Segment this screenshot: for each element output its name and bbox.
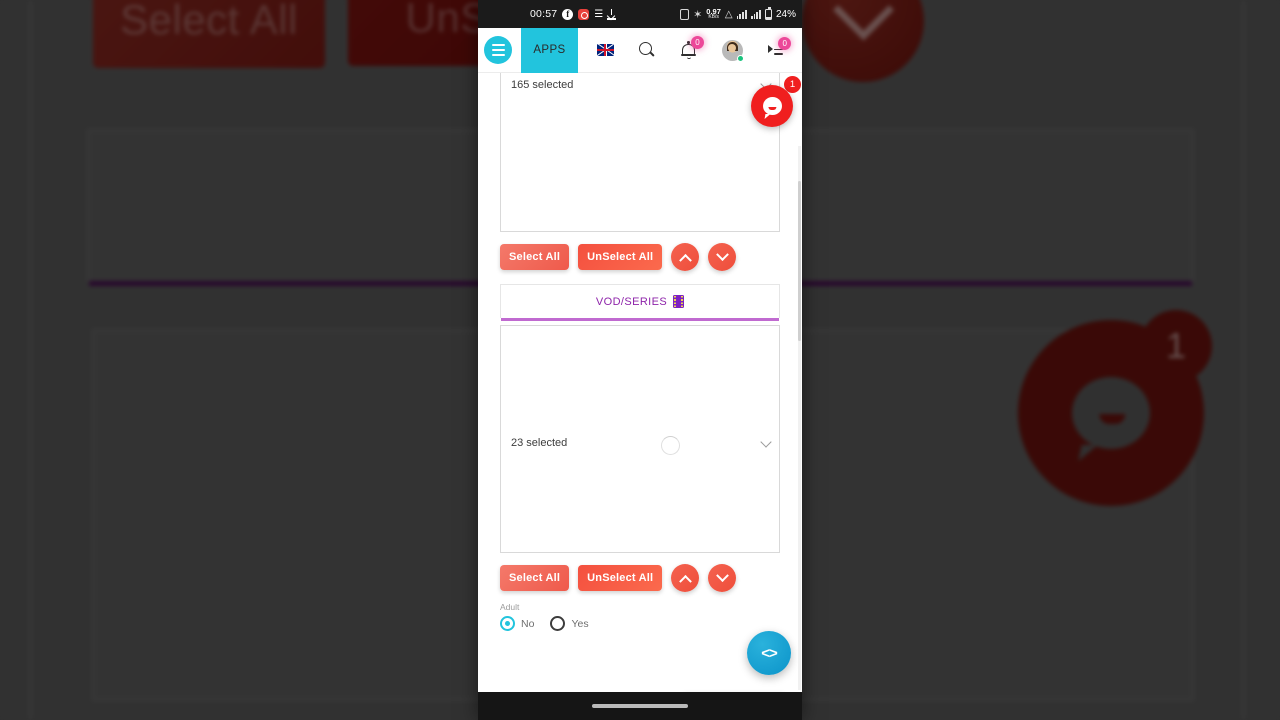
move-down-button-channels[interactable]: [708, 243, 737, 271]
chat-support-button[interactable]: [751, 85, 793, 127]
vod-multiselect[interactable]: 23 selected: [500, 325, 780, 553]
network-speed-indicator: 0.97 KB/s: [706, 8, 721, 21]
adult-radio-group: Adult No Yes: [478, 592, 802, 631]
download-icon: [607, 8, 617, 20]
chat-fab-wrapper: 1: [746, 76, 801, 134]
language-selector[interactable]: [596, 44, 614, 56]
radio-adult-no-label: No: [521, 617, 535, 630]
spinner-icon: [661, 436, 680, 455]
chevron-up-icon: [678, 574, 692, 588]
nav-gesture-pill[interactable]: [592, 704, 688, 708]
chevron-down-icon: [715, 247, 729, 261]
bluetooth-icon: ✶: [693, 8, 703, 21]
chevron-up-icon: [678, 253, 692, 267]
uk-flag-icon: [596, 44, 614, 56]
vod-selected-label: 23 selected: [511, 437, 568, 449]
phone-viewport: 00:57 f ☰ ✶ 0.97 KB/s △ 24% APPS 0 0 165…: [478, 0, 802, 720]
signal-sim1-icon: [736, 9, 747, 19]
channels-multiselect[interactable]: 165 selected: [500, 73, 780, 232]
channels-selected-label: 165 selected: [511, 79, 574, 91]
adult-group-label: Adult: [500, 602, 520, 612]
chevron-down-icon[interactable]: [760, 436, 772, 448]
vibrate-icon: [680, 8, 690, 20]
scrollbar-thumb[interactable]: [797, 181, 801, 341]
move-up-button-vod[interactable]: [671, 564, 700, 592]
instagram-icon: [578, 8, 590, 20]
status-bar-clock: 00:57: [530, 8, 558, 20]
select-all-button-channels[interactable]: Select All: [500, 244, 570, 270]
android-nav-bar: [478, 692, 802, 720]
signal-sim2-icon: [750, 9, 761, 19]
app-toolbar: APPS 0 0: [478, 27, 802, 73]
network-speed-unit: KB/s: [708, 14, 719, 21]
chevron-down-icon: [715, 568, 729, 582]
tab-vod-series-label: VOD/SERIES: [595, 295, 668, 308]
status-bar: 00:57 f ☰ ✶ 0.97 KB/s △ 24%: [478, 0, 802, 28]
notifications-button[interactable]: 0: [680, 35, 704, 59]
avatar-icon: [721, 39, 744, 62]
film-strip-icon: [673, 295, 685, 308]
online-status-dot: [736, 54, 744, 62]
move-down-button-vod[interactable]: [708, 564, 737, 592]
notifications-badge: 0: [690, 35, 704, 49]
tab-vod-series[interactable]: VOD/SERIES: [500, 284, 780, 321]
tab-apps[interactable]: APPS: [521, 27, 578, 73]
radio-adult-yes[interactable]: [550, 616, 566, 631]
mail-icon: ☰: [594, 8, 603, 20]
facebook-icon: f: [562, 8, 574, 20]
move-up-button-channels[interactable]: [671, 243, 700, 271]
unselect-all-button-channels[interactable]: UnSelect All: [578, 244, 663, 270]
battery-icon: [764, 7, 772, 20]
battery-percent-label: 24%: [775, 8, 796, 20]
vod-button-row: Select All UnSelect All: [478, 553, 802, 592]
channels-button-row: Select All UnSelect All: [478, 232, 802, 271]
wifi-icon: △: [724, 8, 733, 20]
unselect-all-button-vod[interactable]: UnSelect All: [578, 565, 663, 591]
avatar[interactable]: [721, 39, 744, 62]
search-icon: [639, 42, 655, 58]
radio-adult-no[interactable]: [500, 616, 515, 631]
select-all-button-vod[interactable]: Select All: [500, 565, 570, 591]
playlist-badge: 0: [778, 37, 792, 50]
hamburger-icon[interactable]: [484, 36, 512, 64]
radio-adult-yes-label: Yes: [571, 617, 589, 630]
playlist-button[interactable]: 0: [768, 37, 792, 57]
code-fab-button[interactable]: <>: [747, 631, 791, 675]
page-content: 165 selected Select All UnSelect All VOD…: [478, 73, 802, 720]
screen-root: Select All UnSel 1 00:57 f ☰ ✶ 0.97 KB/s…: [0, 0, 1280, 720]
search-button[interactable]: [639, 42, 655, 58]
